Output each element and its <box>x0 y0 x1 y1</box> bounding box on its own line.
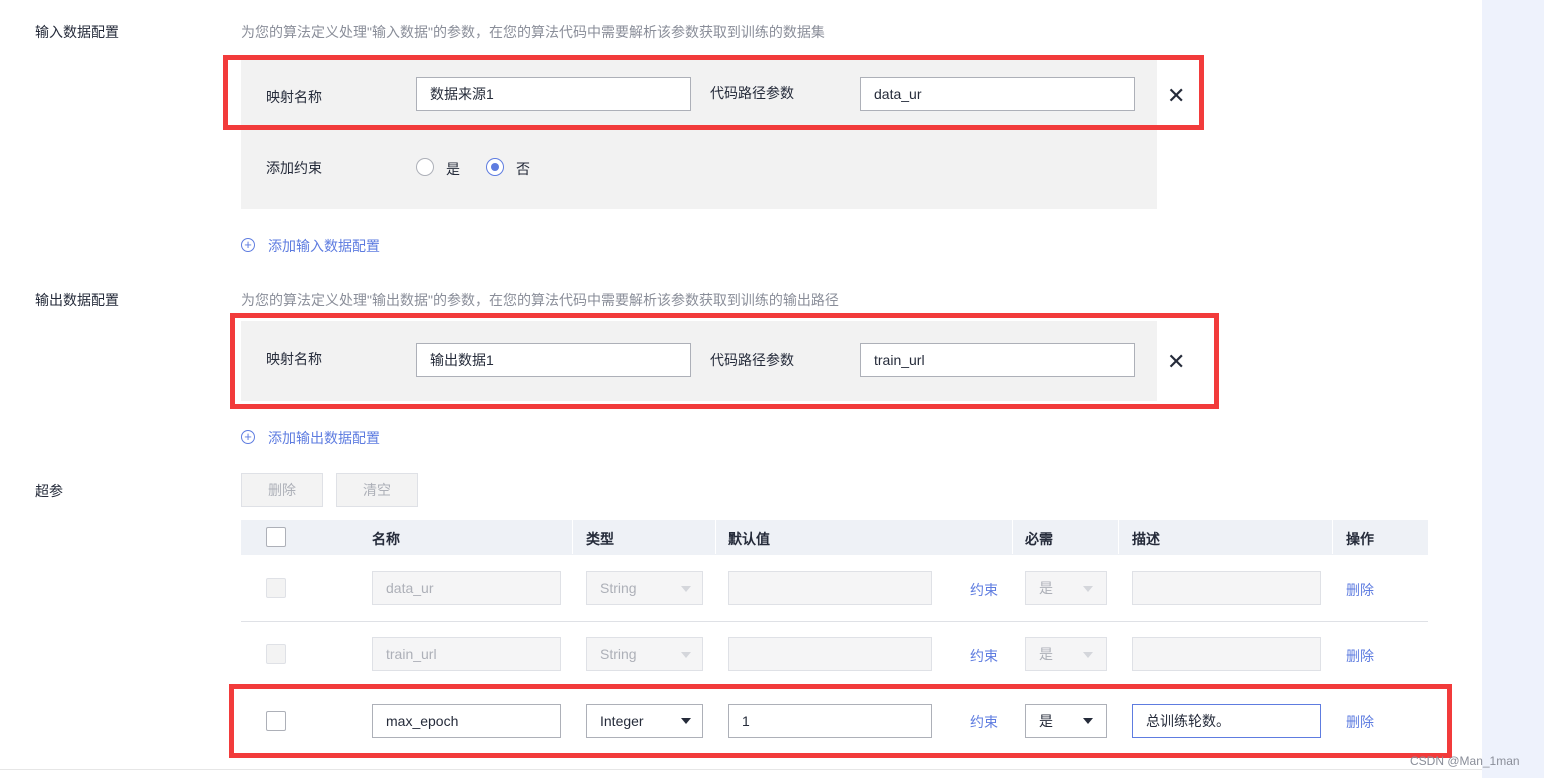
param-required-value: 是 <box>1039 646 1053 662</box>
header-separator <box>1332 520 1333 554</box>
add-input-config-link[interactable]: 添加输入数据配置 <box>268 236 380 256</box>
right-side-panel <box>1482 0 1544 778</box>
chevron-down-icon <box>681 652 691 658</box>
param-type-value: String <box>600 646 637 662</box>
delete-button[interactable]: 删除 <box>241 473 323 507</box>
clear-button[interactable]: 清空 <box>336 473 418 507</box>
param-name-field[interactable]: train_url <box>372 637 561 671</box>
param-type-value: String <box>600 580 637 596</box>
row-checkbox[interactable] <box>266 578 286 598</box>
chevron-down-icon <box>1083 586 1093 592</box>
column-header-action: 操作 <box>1346 531 1374 547</box>
input-constraint-label: 添加约束 <box>266 160 322 176</box>
hyperparams-label: 超参 <box>35 483 63 499</box>
header-separator <box>1012 520 1013 554</box>
header-separator <box>715 520 716 554</box>
column-header-description: 描述 <box>1132 531 1160 547</box>
chevron-down-icon <box>681 586 691 592</box>
constraint-link[interactable]: 约束 <box>970 646 998 666</box>
row-delete-link[interactable]: 删除 <box>1346 646 1374 666</box>
constraint-yes-label: 是 <box>446 161 460 177</box>
table-header <box>241 520 1428 555</box>
select-all-checkbox[interactable] <box>266 527 286 547</box>
constraint-no-radio[interactable] <box>486 158 504 176</box>
watermark: CSDN @Man_1man <box>1410 754 1520 768</box>
highlight-box-output-mapping <box>230 313 1219 409</box>
input-config-label: 输入数据配置 <box>35 24 119 40</box>
row-divider <box>241 621 1428 622</box>
row-checkbox[interactable] <box>266 644 286 664</box>
input-config-hint: 为您的算法定义处理"输入数据"的参数，在您的算法代码中需要解析该参数获取到训练的… <box>241 24 825 40</box>
param-required-select[interactable]: 是 <box>1025 637 1107 671</box>
param-description-field[interactable] <box>1132 637 1321 671</box>
output-config-hint: 为您的算法定义处理"输出数据"的参数，在您的算法代码中需要解析该参数获取到训练的… <box>241 292 839 308</box>
add-input-icon[interactable]: + <box>241 238 255 252</box>
constraint-no-label: 否 <box>516 161 530 177</box>
header-separator <box>572 520 573 554</box>
column-header-name: 名称 <box>372 531 400 547</box>
param-required-select[interactable]: 是 <box>1025 571 1107 605</box>
param-required-value: 是 <box>1039 580 1053 596</box>
highlight-box-max-epoch-row <box>229 684 1452 758</box>
column-header-default: 默认值 <box>728 531 770 547</box>
param-default-field[interactable] <box>728 571 932 605</box>
param-name-field[interactable]: data_ur <box>372 571 561 605</box>
header-separator <box>1118 520 1119 554</box>
add-output-icon[interactable]: + <box>241 430 255 444</box>
constraint-link[interactable]: 约束 <box>970 580 998 600</box>
output-config-label: 输出数据配置 <box>35 292 119 308</box>
chevron-down-icon <box>1083 652 1093 658</box>
divider <box>0 769 1482 770</box>
param-description-field[interactable] <box>1132 571 1321 605</box>
column-header-required: 必需 <box>1025 531 1053 547</box>
column-header-type: 类型 <box>586 531 614 547</box>
row-delete-link[interactable]: 删除 <box>1346 580 1374 600</box>
constraint-yes-radio[interactable] <box>416 158 434 176</box>
highlight-box-input-mapping <box>223 55 1204 130</box>
add-output-config-link[interactable]: 添加输出数据配置 <box>268 428 380 448</box>
param-default-field[interactable] <box>728 637 932 671</box>
